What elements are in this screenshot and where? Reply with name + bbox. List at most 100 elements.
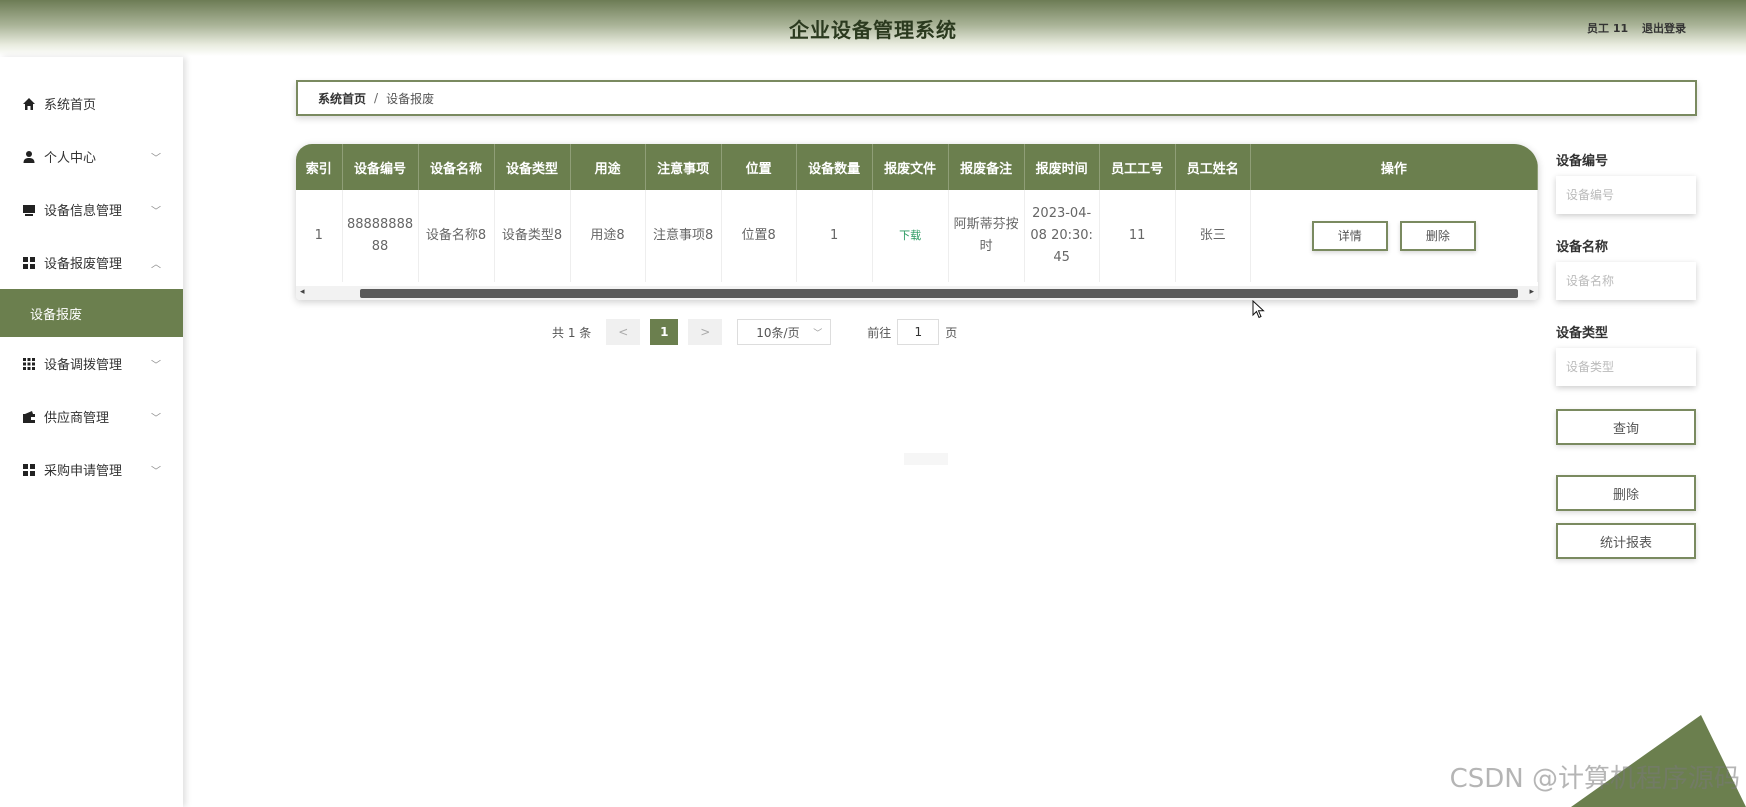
column-header[interactable]: 索引 <box>296 144 343 190</box>
sidebar-item-label: 系统首页 <box>44 98 97 113</box>
code-search-input[interactable] <box>1556 176 1696 214</box>
cell-index: 1 <box>296 190 343 282</box>
mouse-cursor-icon <box>1252 300 1265 319</box>
sidebar-item-label: 个人中心 <box>44 151 97 166</box>
sidebar-item-transfer[interactable]: 设备调拨管理 ﹀ <box>0 337 183 390</box>
query-button[interactable]: 查询 <box>1556 409 1696 445</box>
sidebar-item-personal[interactable]: 个人中心 ﹀ <box>0 130 183 183</box>
scroll-right-icon[interactable]: ▸ <box>1529 287 1534 297</box>
cell-code: 8888888888 <box>342 190 419 282</box>
chevron-down-icon: ﹀ <box>151 360 161 371</box>
table-header-row: 索引 设备编号 设备名称 设备类型 用途 注意事项 位置 设备数量 报废文件 报… <box>296 144 1538 190</box>
watermark-text: CSDN @计算机程序源码 <box>1449 764 1740 794</box>
chevron-down-icon: ﹀ <box>151 466 161 477</box>
column-header[interactable]: 位置 <box>721 144 797 190</box>
breadcrumb-current: 设备报废 <box>386 91 435 106</box>
logout-link[interactable]: 退出登录 <box>1642 22 1686 35</box>
cell-location: 位置8 <box>721 190 797 282</box>
batch-delete-button[interactable]: 删除 <box>1556 475 1696 511</box>
data-table: 索引 设备编号 设备名称 设备类型 用途 注意事项 位置 设备数量 报废文件 报… <box>296 144 1538 300</box>
sidebar-item-home[interactable]: 系统首页 <box>0 77 183 130</box>
download-link[interactable]: 下载 <box>872 190 949 282</box>
type-label: 设备类型 <box>1556 326 1609 341</box>
prev-page-button[interactable]: < <box>606 319 641 345</box>
column-header: 操作 <box>1250 144 1538 190</box>
name-label: 设备名称 <box>1556 240 1609 255</box>
column-header[interactable]: 用途 <box>570 144 646 190</box>
column-header[interactable]: 设备类型 <box>494 144 571 190</box>
column-header[interactable]: 报废时间 <box>1024 144 1100 190</box>
app-title: 企业设备管理系统 <box>789 18 957 42</box>
goto-page-input[interactable] <box>897 319 940 345</box>
chevron-down-icon: ﹀ <box>151 206 161 217</box>
sidebar-subitem-scrap[interactable]: 设备报废 <box>0 289 183 337</box>
chevron-down-icon: ﹀ <box>151 413 161 424</box>
report-button[interactable]: 统计报表 <box>1556 523 1696 559</box>
column-header[interactable]: 设备名称 <box>418 144 495 190</box>
apps-icon <box>22 357 36 371</box>
breadcrumb-separator: / <box>374 91 379 105</box>
page-number-button[interactable]: 1 <box>650 319 679 345</box>
chevron-down-icon: ﹀ <box>813 328 823 339</box>
cell-emp-no: 11 <box>1099 190 1176 282</box>
app-header: 企业设备管理系统 员工 11 退出登录 <box>0 0 1746 56</box>
column-header[interactable]: 设备编号 <box>342 144 419 190</box>
device-icon <box>22 203 36 217</box>
cell-usage: 用途8 <box>570 190 646 282</box>
column-header[interactable]: 注意事项 <box>645 144 722 190</box>
cell-type: 设备类型8 <box>494 190 571 282</box>
faint-artifact <box>904 453 948 465</box>
cell-name: 设备名称8 <box>418 190 495 282</box>
sidebar-item-scrap[interactable]: 设备报废管理 ︿ <box>0 236 183 289</box>
total-count: 共 1 条 <box>552 325 592 340</box>
user-area: 员工 11 退出登录 <box>1587 20 1686 36</box>
user-icon <box>22 150 36 164</box>
name-search-input[interactable] <box>1556 262 1696 300</box>
column-header[interactable]: 报废备注 <box>948 144 1025 190</box>
page: 企业设备管理系统 员工 11 退出登录 系统首页 个人中心 ﹀ 设备信息管理 ﹀… <box>0 0 1746 807</box>
scrollbar-thumb[interactable] <box>360 289 1518 298</box>
cell-time: 2023-04-08 20:30:45 <box>1024 190 1100 282</box>
code-label: 设备编号 <box>1556 154 1609 169</box>
grid-icon <box>22 256 36 270</box>
sidebar-item-purchase[interactable]: 采购申请管理 ﹀ <box>0 443 183 496</box>
cell-notes: 注意事项8 <box>645 190 722 282</box>
detail-button[interactable]: 详情 <box>1311 221 1388 251</box>
cell-quantity: 1 <box>796 190 873 282</box>
grid-icon <box>22 463 36 477</box>
goto-label: 前往 <box>867 325 892 340</box>
chevron-down-icon: ﹀ <box>151 153 161 164</box>
column-header[interactable]: 员工工号 <box>1099 144 1176 190</box>
column-header[interactable]: 员工姓名 <box>1175 144 1251 190</box>
table-row[interactable]: 1 8888888888 设备名称8 设备类型8 用途8 注意事项8 位置8 1… <box>296 190 1538 282</box>
sidebar-item-label: 设备报废管理 <box>44 257 123 272</box>
pagination: 共 1 条 < 1 > 10条/页 ﹀ 前往 页 <box>552 319 957 345</box>
breadcrumb: 系统首页 / 设备报废 <box>296 80 1697 116</box>
column-header[interactable]: 报废文件 <box>872 144 949 190</box>
sidebar-item-device-info[interactable]: 设备信息管理 ﹀ <box>0 183 183 236</box>
user-name: 员工 11 <box>1587 22 1629 35</box>
sidebar-item-label: 设备信息管理 <box>44 204 123 219</box>
cell-emp-name: 张三 <box>1175 190 1251 282</box>
scroll-left-icon[interactable]: ◂ <box>300 287 305 297</box>
sidebar-item-label: 采购申请管理 <box>44 464 123 479</box>
sidebar-item-label: 设备调拨管理 <box>44 358 123 373</box>
goto-page: 前往 页 <box>867 319 957 345</box>
page-size-value: 10条/页 <box>756 325 800 340</box>
horizontal-scrollbar[interactable]: ◂ ▸ <box>296 286 1538 300</box>
wallet-icon <box>22 410 36 424</box>
type-search-input[interactable] <box>1556 348 1696 386</box>
search-panel: 设备编号 设备名称 设备类型 <box>1556 150 1696 408</box>
sidebar: 系统首页 个人中心 ﹀ 设备信息管理 ﹀ 设备报废管理 ︿ 设备报废 设备调拨管… <box>0 57 183 807</box>
next-page-button[interactable]: > <box>688 319 723 345</box>
cell-remark: 阿斯蒂芬按时 <box>948 190 1025 282</box>
delete-row-button[interactable]: 删除 <box>1399 221 1476 251</box>
column-header[interactable]: 设备数量 <box>796 144 873 190</box>
breadcrumb-home[interactable]: 系统首页 <box>318 90 366 107</box>
cell-actions: 详情 删除 <box>1250 190 1538 282</box>
sidebar-item-supplier[interactable]: 供应商管理 ﹀ <box>0 390 183 443</box>
chevron-up-icon: ︿ <box>151 259 161 270</box>
page-unit: 页 <box>945 325 958 340</box>
page-size-select[interactable]: 10条/页 ﹀ <box>737 319 832 345</box>
sidebar-item-label: 供应商管理 <box>44 411 110 426</box>
